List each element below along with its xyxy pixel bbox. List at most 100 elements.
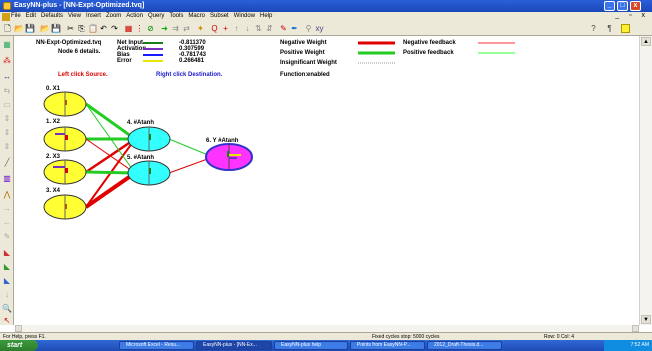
menu-macro[interactable]: Macro [188, 13, 205, 19]
node-2[interactable] [43, 159, 87, 185]
task-points[interactable]: Points from EasyNN-P... [350, 341, 425, 350]
scroll-down-icon[interactable]: ▼ [641, 315, 651, 324]
xy-icon[interactable]: xy [315, 24, 324, 33]
menu-view[interactable]: View [68, 13, 81, 19]
undo-icon[interactable]: ↶ [99, 24, 108, 33]
redo-icon[interactable]: ↷ [110, 24, 119, 33]
search-icon[interactable]: ⚲ [304, 24, 313, 33]
node-4-bar [149, 134, 151, 140]
menu-zoom[interactable]: Zoom [106, 13, 121, 19]
up-arrow-icon[interactable]: ↑ [232, 24, 241, 33]
scroll-up-icon[interactable]: ▲ [641, 37, 651, 46]
menu-file[interactable]: File [11, 13, 21, 19]
scroll-right-icon[interactable] [632, 325, 639, 332]
mdi-window-controls[interactable]: _ ▫ x [615, 12, 649, 19]
grid-view-icon[interactable]: ▦ [2, 40, 12, 50]
node-1-activation-bar [55, 133, 65, 135]
node-4[interactable] [127, 126, 171, 152]
open-icon[interactable]: 📂 [40, 24, 50, 33]
menu-window[interactable]: Window [234, 13, 255, 19]
folder-icon[interactable]: ▭ [2, 100, 12, 110]
scroll-left-icon[interactable] [15, 325, 22, 332]
node-2-bar [65, 168, 68, 173]
network-canvas[interactable]: NN-Expt-Optimized.tvq Node 6 details. Le… [15, 36, 639, 325]
down-arrow-icon[interactable]: ↓ [243, 24, 252, 33]
paste-icon[interactable]: 📋 [88, 24, 98, 33]
pointer-icon[interactable]: ¶ [605, 24, 614, 33]
red-bar-icon[interactable]: ◣ [2, 248, 12, 258]
new-file-icon[interactable]: 🗋 [3, 24, 12, 33]
help-icon[interactable]: ? [589, 24, 598, 33]
minimize-button[interactable]: _ [604, 1, 615, 11]
blue-bar-icon[interactable]: ◣ [2, 276, 12, 286]
save-icon[interactable]: 💾 [25, 24, 35, 33]
maximize-button[interactable]: □ [617, 1, 628, 11]
yellow-box-icon[interactable] [621, 24, 630, 33]
arrows-icon[interactable]: ↔ [2, 72, 12, 82]
node-1[interactable] [43, 126, 87, 152]
system-tray: 7:52 AM [604, 340, 652, 351]
activity-icon[interactable]: ⋀ [2, 190, 12, 200]
line-tool-icon[interactable]: ╱ [2, 158, 12, 168]
menu-edit[interactable]: Edit [26, 13, 36, 19]
step-icon[interactable]: ⇉ [171, 24, 180, 33]
network-view-icon[interactable]: ⁂ [2, 56, 12, 66]
task-excel[interactable]: Microsoft Excel - Resu... [119, 341, 194, 350]
magnify-icon[interactable]: 🔍 [2, 304, 12, 314]
node-0-bar [65, 100, 67, 105]
task-thesis[interactable]: 2012_Draft-Thesis.d... [427, 341, 502, 350]
node-3[interactable] [43, 194, 87, 220]
marker-icon[interactable]: ✎ [2, 232, 12, 242]
status-bar: For Help, press F1. Fixed cycles stop: 5… [0, 332, 652, 340]
menu-action[interactable]: Action [126, 13, 143, 19]
forward-arrow-icon[interactable]: ➜ [160, 24, 169, 33]
app-icon [3, 2, 11, 10]
prev-icon[interactable]: ← [2, 218, 12, 228]
vertical-scrollbar[interactable]: ▲ ▼ [639, 36, 652, 325]
horizontal-scrollbar[interactable] [15, 325, 639, 332]
cursor-icon[interactable]: ↖ [2, 316, 12, 326]
swap-icon[interactable]: ⇆ [2, 86, 12, 96]
stop-icon[interactable]: ⊘ [146, 24, 155, 33]
chart-icon[interactable]: ✦ [196, 24, 205, 33]
sort-icon[interactable]: ⇅ [254, 24, 263, 33]
menu-query[interactable]: Query [148, 13, 164, 19]
copy-icon[interactable]: ⎘ [77, 24, 86, 33]
sort-down-icon[interactable]: ↓ [2, 290, 12, 300]
node-6[interactable] [205, 143, 253, 171]
node-0[interactable] [43, 91, 87, 117]
save-as-icon[interactable]: 💾 [51, 24, 61, 33]
query-icon[interactable]: Q [210, 24, 219, 33]
node-5-bar [149, 168, 151, 174]
menu-tools[interactable]: Tools [169, 13, 183, 19]
network-icon[interactable]: ⋮ [135, 24, 144, 33]
node-3-bar [65, 204, 67, 209]
resize-icon[interactable]: ⇕ [2, 142, 12, 152]
cut-icon[interactable]: ✂ [66, 24, 75, 33]
tool-icon[interactable]: ✒ [290, 24, 299, 33]
document-icon[interactable] [2, 13, 10, 21]
menu-bar: File Edit Defaults View Insert Zoom Acti… [0, 12, 652, 22]
menu-subset[interactable]: Subset [210, 13, 229, 19]
brush-icon[interactable]: ✎ [279, 24, 288, 33]
chart-view-icon[interactable]: ▥ [2, 174, 12, 184]
close-button[interactable]: x [630, 1, 641, 11]
next-icon[interactable]: → [2, 204, 12, 214]
grid-icon[interactable]: ▦ [124, 24, 133, 33]
start-button[interactable]: start [0, 340, 38, 351]
task-easynn-help[interactable]: EasyNN-plus help [274, 341, 348, 350]
open-folder-icon[interactable]: 📂 [14, 24, 24, 33]
menu-help[interactable]: Help [260, 13, 272, 19]
menu-insert[interactable]: Insert [86, 13, 101, 19]
task-easynn[interactable]: EasyNN-plus - [NN-Ex... [196, 341, 272, 350]
add-node-icon[interactable]: + [221, 24, 230, 33]
clock: 7:52 AM [630, 342, 649, 348]
menu-defaults[interactable]: Defaults [41, 13, 63, 19]
green-bar-icon[interactable]: ◣ [2, 262, 12, 272]
link-icon[interactable]: ⇄ [182, 24, 191, 33]
move-icon[interactable]: ⇕ [2, 128, 12, 138]
adjust-icon[interactable]: ⇕ [2, 114, 12, 124]
node-5[interactable] [127, 160, 171, 186]
tool-palette: ▦ ⁂ ↔ ⇆ ▭ ⇕ ⇕ ⇕ ╱ ▥ ⋀ → ← ✎ ◣ ◣ ◣ ↓ 🔍 ↖ [0, 36, 14, 325]
filter-icon[interactable]: ⇵ [265, 24, 274, 33]
